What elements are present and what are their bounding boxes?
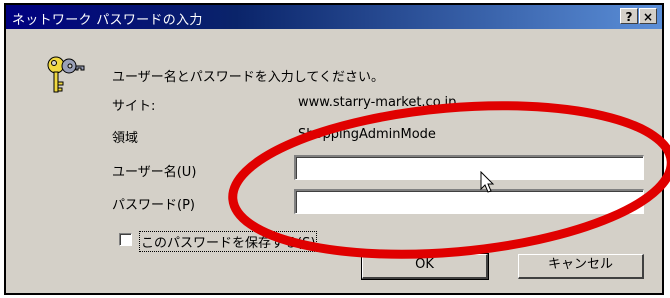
password-input[interactable] (294, 189, 644, 214)
realm-label: 領域 (112, 131, 139, 146)
title-bar: ネットワーク パスワードの入力 ? × (6, 5, 662, 29)
save-password-label[interactable]: このパスワードを保存する(S) (138, 231, 318, 252)
network-password-dialog: ネットワーク パスワードの入力 ? × ユーザー名とパスワードを入力してください… (4, 3, 664, 295)
save-password-checkbox[interactable] (119, 233, 132, 246)
mouse-pointer-icon (480, 171, 495, 193)
ok-button[interactable]: OK (361, 253, 489, 280)
cancel-button[interactable]: キャンセル (518, 254, 644, 279)
close-button[interactable]: × (639, 8, 657, 24)
username-label: ユーザー名(U) (112, 165, 197, 180)
realm-value: ShoppingAdminMode (298, 127, 436, 142)
help-button[interactable]: ? (620, 8, 638, 24)
keys-icon (47, 56, 85, 93)
site-value: www.starry-market.co.jp (298, 95, 457, 110)
window-title: ネットワーク パスワードの入力 (12, 13, 203, 28)
site-label: サイト: (112, 99, 156, 114)
username-input[interactable] (294, 155, 644, 180)
prompt-text: ユーザー名とパスワードを入力してください。 (112, 70, 384, 85)
password-label: パスワード(P) (112, 198, 195, 213)
